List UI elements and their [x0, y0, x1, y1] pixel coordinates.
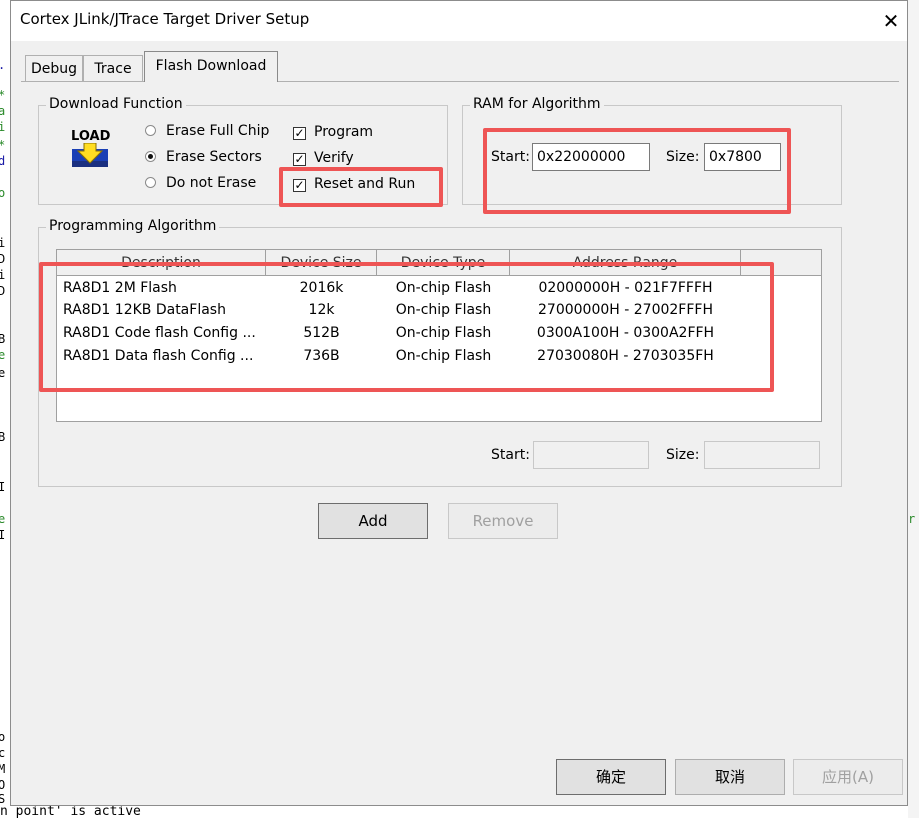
tab-debug[interactable]: Debug [25, 55, 83, 81]
erase-sectors-radio[interactable] [145, 151, 156, 162]
window-title: Cortex JLink/JTrace Target Driver Setup [20, 10, 310, 28]
tab-trace-label: Trace [94, 61, 132, 77]
cancel-button[interactable]: 取消 [675, 759, 785, 795]
remove-button[interactable]: Remove [448, 503, 558, 539]
verify-label[interactable]: Verify [314, 150, 354, 166]
algorithm-start-label: Start: [491, 447, 530, 463]
program-checkbox[interactable]: ✓ [293, 127, 306, 140]
erase-full-chip-radio[interactable] [145, 125, 156, 136]
do-not-erase-label[interactable]: Do not Erase [166, 175, 256, 191]
target-driver-setup-dialog: Cortex JLink/JTrace Target Driver Setup … [10, 0, 908, 806]
apply-button[interactable]: 应用(A) [793, 759, 903, 795]
do-not-erase-radio[interactable] [145, 177, 156, 188]
add-button[interactable]: Add [318, 503, 428, 539]
tab-flash-download-label: Flash Download [155, 58, 267, 74]
highlight-algorithm-list [39, 262, 774, 392]
algorithm-start-field[interactable] [533, 441, 649, 469]
highlight-ram-for-algorithm [483, 128, 791, 214]
ram-for-algorithm-title: RAM for Algorithm [470, 96, 604, 112]
erase-full-chip-label[interactable]: Erase Full Chip [166, 123, 269, 139]
tab-flash-download[interactable]: Flash Download [144, 51, 278, 82]
programming-algorithm-title: Programming Algorithm [46, 218, 220, 234]
load-icon: LOAD [69, 129, 113, 171]
ok-button[interactable]: 确定 [556, 759, 666, 795]
algorithm-size-field[interactable] [704, 441, 820, 469]
background-editor-right: r [908, 0, 919, 818]
tab-trace[interactable]: Trace [83, 55, 143, 81]
verify-checkbox[interactable]: ✓ [293, 153, 306, 166]
download-function-title: Download Function [46, 96, 186, 112]
highlight-reset-and-run [279, 167, 443, 207]
tab-debug-label: Debug [30, 61, 78, 77]
background-status-line: n point' is active [0, 806, 141, 818]
close-icon[interactable]: ✕ [877, 7, 905, 35]
program-label[interactable]: Program [314, 124, 373, 140]
algorithm-size-label: Size: [666, 447, 700, 463]
title-bar: Cortex JLink/JTrace Target Driver Setup … [11, 1, 907, 41]
erase-sectors-label[interactable]: Erase Sectors [166, 149, 262, 165]
